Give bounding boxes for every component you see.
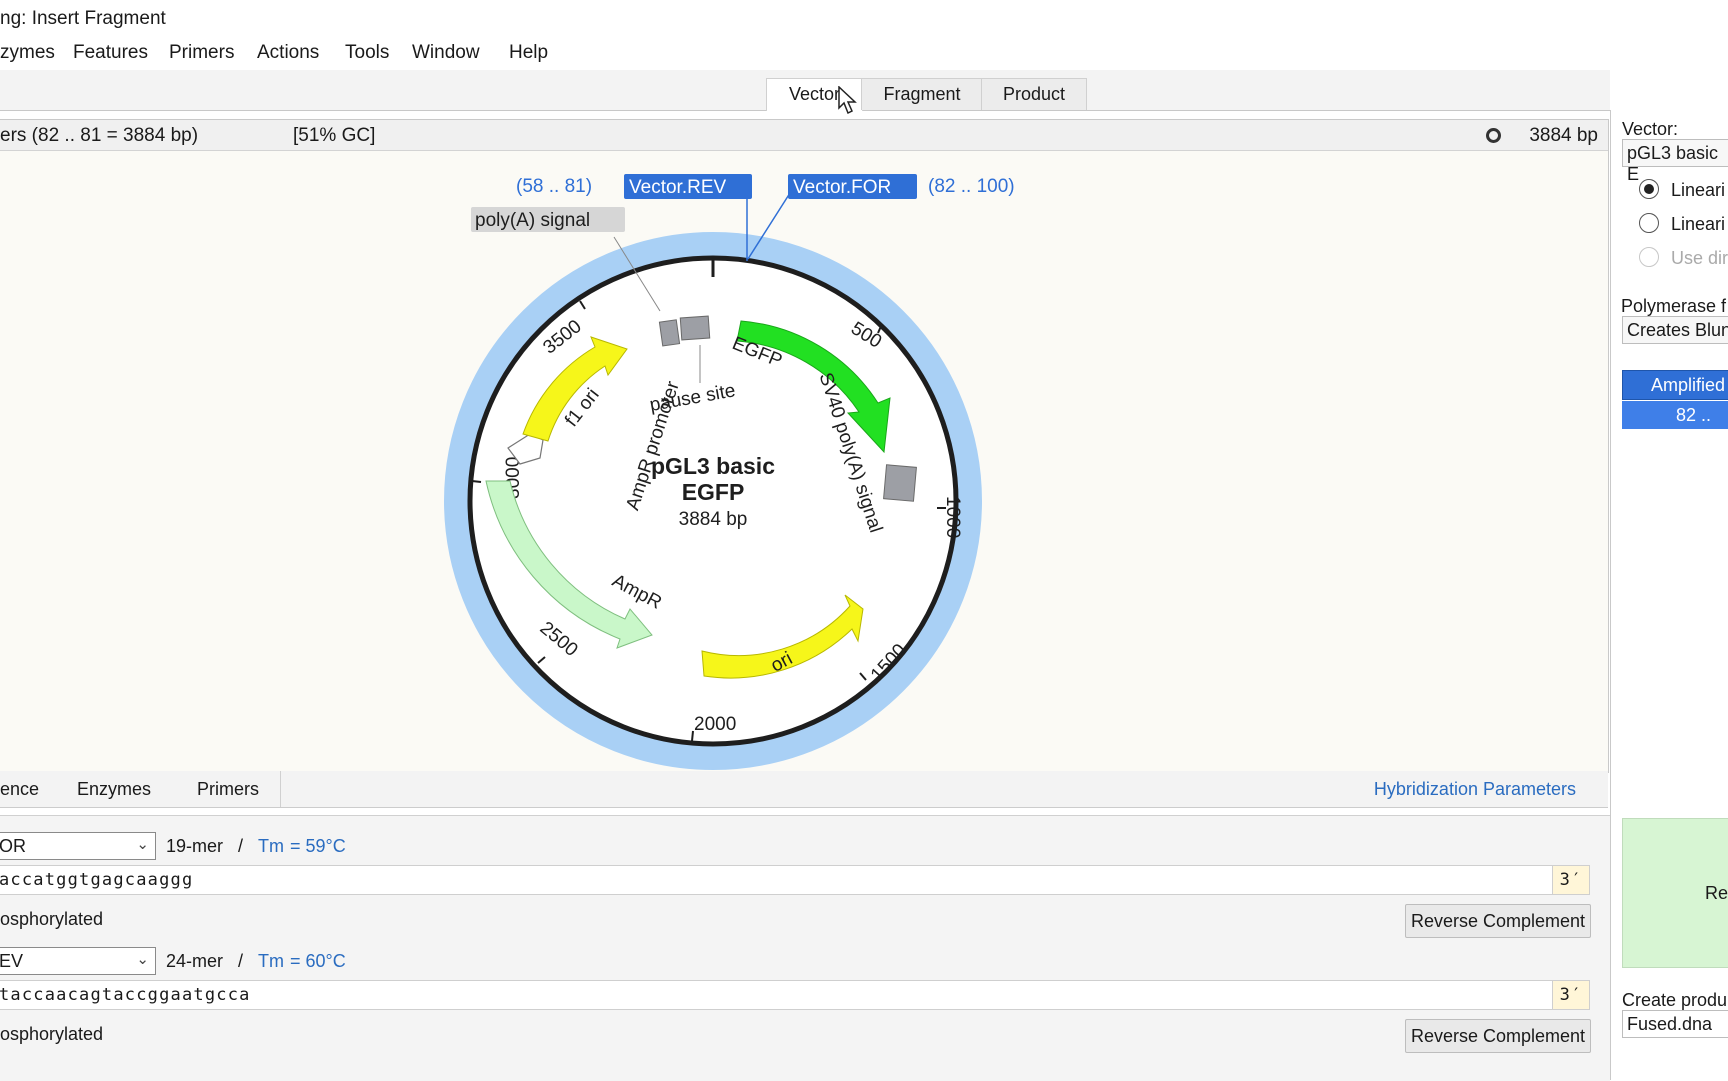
plasmid-length: 3884 bp [679, 509, 748, 530]
rev-primer-tag-label: Vector.REV [629, 177, 726, 198]
reverse-primer-3prime-end: 3′ [1552, 981, 1589, 1009]
plasmid-name-line2: EGFP [682, 479, 745, 505]
tab-fragment[interactable]: Fragment [861, 78, 983, 110]
forward-primer-length: 19-mer [166, 836, 224, 856]
menu-actions[interactable]: Actions [257, 42, 319, 64]
view-tabs: Vector Fragment Product [0, 70, 1610, 115]
amplified-row[interactable]: 82 .. [1622, 401, 1728, 429]
right-options-panel: Vector: pGL3 basic E Lineari Lineari Use… [1610, 110, 1728, 1080]
for-primer-range: (82 .. 100) [928, 176, 1015, 197]
amplified-range: 82 .. [1676, 405, 1712, 425]
feature-sv40-block[interactable] [883, 464, 917, 502]
plasmid-name-line1: pGL3 basic [651, 453, 775, 479]
vector-label: Vector: [1622, 119, 1679, 139]
product-filename-field[interactable]: Fused.dna [1622, 1010, 1728, 1038]
reverse-primer-slash: / [238, 951, 244, 971]
ready-status-text: Rea [1705, 883, 1728, 903]
menu-bar: zymes Features Primers Actions Tools Win… [0, 36, 1728, 70]
polymerase-select-value: Creates Blun [1627, 320, 1728, 340]
polya-tag-label: poly(A) signal [475, 210, 590, 231]
reverse-primer-length: 24-mer [166, 951, 224, 971]
menu-primers[interactable]: Primers [169, 42, 234, 64]
details-tabs: ence Enzymes Primers Hybridization Param… [0, 771, 1608, 808]
title-bar: ng: Insert Fragment [0, 0, 1728, 36]
product-filename: Fused.dna [1627, 1014, 1713, 1034]
linearize-option-1: Lineari [1671, 180, 1726, 200]
reverse-reverse-complement-button[interactable]: Reverse Complement [1405, 1019, 1591, 1053]
tab-sequence[interactable]: ence [0, 771, 53, 807]
forward-phosphorylated-checkbox[interactable]: osphorylated [0, 909, 103, 930]
rev-primer-range: (58 .. 81) [516, 176, 592, 197]
range-info: ers (82 .. 81 = 3884 bp) [0, 125, 199, 146]
menu-help[interactable]: Help [509, 42, 548, 64]
linearize-radio-1[interactable] [1639, 179, 1659, 199]
ready-status-box: Rea [1622, 818, 1728, 968]
forward-primer-3prime-end: 3′ [1552, 866, 1589, 894]
tab-enzymes[interactable]: Enzymes [52, 771, 177, 807]
window-title: ng: Insert Fragment [0, 8, 166, 29]
feature-polya-block[interactable] [658, 319, 681, 347]
forward-primer-tm: = 59°C [290, 836, 346, 856]
menu-tools[interactable]: Tools [345, 42, 389, 64]
polymerase-label: Polymerase f [1621, 296, 1727, 316]
linearize-option-2: Lineari [1671, 214, 1726, 234]
menu-enzymes[interactable]: zymes [0, 42, 55, 64]
reverse-primer-sequence: taccaacagtaccggaatgcca [0, 985, 251, 1005]
forward-primer-tm-label: Tm [258, 836, 284, 856]
chevron-down-icon: ⌄ [136, 951, 149, 968]
create-product-label: Create produ [1622, 990, 1728, 1010]
circular-topology-icon [1486, 128, 1501, 143]
reverse-primer-tm: = 60°C [290, 951, 346, 971]
amplified-header: Amplified [1622, 370, 1728, 400]
vector-select-value: pGL3 basic E [1627, 143, 1719, 184]
reverse-phosphorylated-checkbox[interactable]: osphorylated [0, 1024, 103, 1045]
tick-label-2000: 2000 [694, 714, 736, 735]
total-length: 3884 bp [1529, 125, 1598, 146]
reverse-primer-select[interactable]: EV ⌄ [0, 947, 156, 975]
plasmid-map-panel: ers (82 .. 81 = 3884 bp) [51% GC] 3884 b… [0, 119, 1609, 773]
reverse-primer-sequence-field[interactable]: taccaacagtaccggaatgcca 3′ [0, 980, 1590, 1010]
reverse-primer-tm-label: Tm [258, 951, 284, 971]
amplified-header-label: Amplified [1651, 375, 1726, 395]
reverse-primer-name: EV [0, 951, 24, 971]
tick-label-1000: 1000 [942, 496, 963, 538]
forward-primer-slash: / [238, 836, 244, 856]
menu-features[interactable]: Features [73, 42, 148, 64]
forward-primer-select[interactable]: OR ⌄ [0, 832, 156, 860]
menu-window[interactable]: Window [412, 42, 480, 64]
forward-primer-sequence-field[interactable]: accatggtgagcaaggg 3′ [0, 865, 1590, 895]
tick-3000 [471, 480, 482, 483]
forward-reverse-complement-button[interactable]: Reverse Complement [1405, 904, 1591, 938]
plasmid-map[interactable]: 500 1000 1500 2000 2500 3000 3500 EGFP S… [0, 151, 1608, 771]
forward-primer-sequence: accatggtgagcaaggg [0, 870, 194, 890]
primers-panel: OR ⌄ 19-mer / Tm = 59°C accatggtgagcaagg… [0, 815, 1610, 1081]
sequence-info-bar: ers (82 .. 81 = 3884 bp) [51% GC] 3884 b… [0, 120, 1608, 151]
use-direction-option: Use dir [1671, 248, 1728, 268]
hybridization-parameters-link[interactable]: Hybridization Parameters [1374, 771, 1576, 807]
tab-product[interactable]: Product [981, 78, 1087, 110]
chevron-down-icon: ⌄ [136, 836, 149, 853]
gc-content: [51% GC] [293, 125, 376, 146]
vector-select[interactable]: pGL3 basic E [1622, 139, 1728, 184]
for-primer-tag-label: Vector.FOR [793, 177, 891, 198]
mouse-cursor-icon [838, 86, 857, 115]
feature-pause-site-block[interactable] [679, 315, 711, 341]
use-direction-radio[interactable] [1639, 247, 1659, 267]
forward-primer-name: OR [0, 836, 26, 856]
tick-2000 [691, 730, 694, 742]
tab-primers[interactable]: Primers [176, 771, 281, 807]
linearize-radio-2[interactable] [1639, 213, 1659, 233]
polymerase-select[interactable]: Creates Blun [1622, 316, 1728, 344]
